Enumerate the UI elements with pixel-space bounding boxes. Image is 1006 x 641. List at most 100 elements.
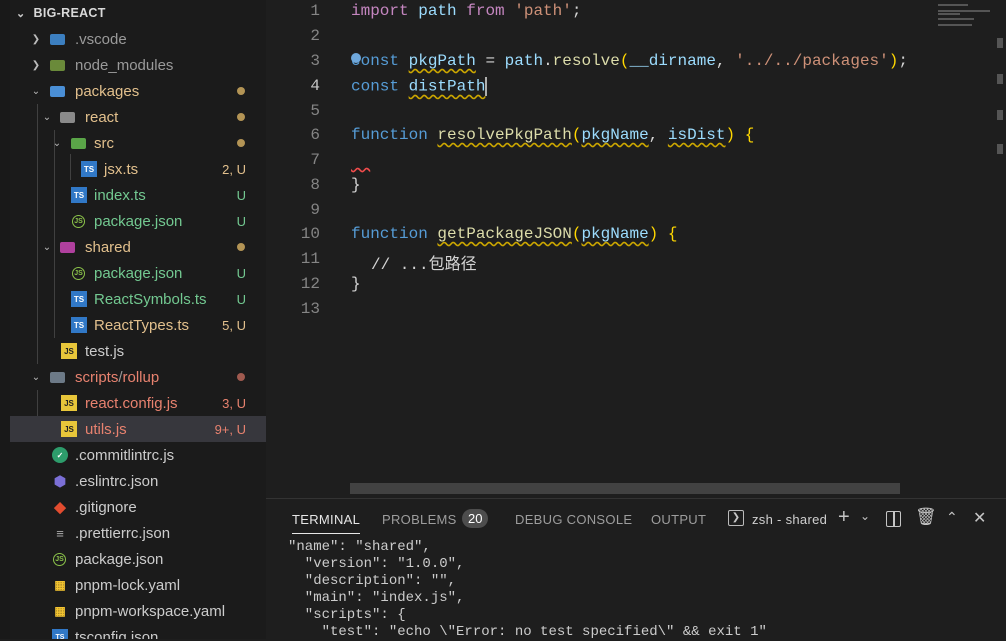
tree-item-react-config[interactable]: JS react.config.js 3, U [10,390,266,416]
line-number: 1 [310,2,320,20]
problems-count-badge: 20 [462,509,489,528]
tree-item-test-js[interactable]: JS test.js [10,338,266,364]
identifier: pkgPath [408,52,476,70]
tree-item-react-symbols[interactable]: TS ReactSymbols.ts U [10,286,266,312]
maximize-panel-icon[interactable]: ⌃ [946,509,958,526]
minimap[interactable] [936,0,1006,498]
tree-item-src[interactable]: ⌄ src [10,130,266,156]
identifier: path [504,52,544,70]
json-file-icon: JS [53,552,66,566]
line-number: 7 [310,151,320,169]
scrollbar-marker [997,110,1003,120]
git-status-badge: U [236,291,246,307]
pnpm-icon: ▦ [54,578,66,592]
punctuation: ; [898,52,908,70]
chevron-right-icon: ❯ [31,33,41,45]
tree-item-gitignore[interactable]: ◆ .gitignore [10,494,266,520]
tree-item-scripts-rollup[interactable]: ⌄ scripts/rollup [10,364,266,390]
identifier: distPath [408,77,486,96]
terminal-shell-selector[interactable]: zsh - shared [752,512,827,527]
tree-item-node-modules[interactable]: ❯ node_modules [10,52,266,78]
tree-item-prettierrc[interactable]: ≡ .prettierrc.json [10,520,266,546]
punctuation: . [543,52,553,70]
parameter: pkgName [581,126,649,144]
string-literal: '../../packages' [735,52,889,70]
tree-item-tsconfig[interactable]: TS tsconfig.json [10,624,266,639]
tree-item-label: .commitlintrc.js [75,446,175,464]
brace: } [351,275,361,293]
git-status-badge: 3, U [222,395,246,411]
folder-open-icon [60,111,75,123]
tree-item-label: shared [85,238,131,256]
tree-item-index-ts[interactable]: TS index.ts U [10,182,266,208]
chevron-down-icon: ⌄ [31,85,41,97]
tree-item-label: .gitignore [75,498,137,516]
terminal-output[interactable]: "name": "shared", "version": "1.0.0", "d… [288,539,767,641]
modified-dot [237,373,245,381]
tree-item-pnpm-workspace[interactable]: ▦ pnpm-workspace.yaml [10,598,266,624]
folder-open-icon [50,371,65,383]
tab-debug-console[interactable]: DEBUG CONSOLE [515,512,632,527]
punctuation: ; [571,2,582,20]
tab-output[interactable]: OUTPUT [651,512,706,527]
git-status-badge: 5, U [222,317,246,333]
tree-item-label: ReactTypes.ts [94,316,190,334]
modified-dot [237,139,245,147]
split-terminal-icon[interactable] [886,511,901,527]
modified-dot [237,87,245,95]
tree-item-label: .eslintrc.json [75,472,159,490]
tree-item-utils-js[interactable]: JS utils.js 9+, U [10,416,266,442]
identifier: path [418,2,457,20]
terminal-shell-icon: ❯ [728,510,744,526]
tab-terminal[interactable]: TERMINAL [292,512,361,534]
explorer-header[interactable]: ⌄ BIG-REACT [10,0,266,26]
minimap-line [938,18,974,20]
lightbulb-icon[interactable] [351,53,361,63]
parameter: isDist [667,126,726,144]
tree-item-shared[interactable]: ⌄ shared [10,234,266,260]
chevron-down-icon[interactable]: ⌄ [860,509,870,523]
chevron-down-icon: ⌄ [16,7,26,20]
tab-problems[interactable]: PROBLEMS [382,512,457,527]
code-line: 7 [266,151,1006,176]
tsconfig-icon: TS [52,629,68,639]
line-number: 13 [300,300,320,318]
trash-icon[interactable]: 🗑 [915,507,937,527]
chevron-down-icon: ⌄ [31,371,41,383]
tree-item-pnpm-lock[interactable]: ▦ pnpm-lock.yaml [10,572,266,598]
keyword: import [351,2,409,20]
tree-item-react[interactable]: ⌄ react [10,104,266,130]
tree-item-vscode[interactable]: ❯ .vscode [10,26,266,52]
scrollbar-marker [997,144,1003,154]
activity-gutter [0,0,10,639]
tree-item-shared-package-json[interactable]: JS package.json U [10,260,266,286]
tree-item-packages[interactable]: ⌄ packages [10,78,266,104]
code-line: 4 const distPath [266,77,1006,102]
paren: ) [648,225,659,243]
minimap-line [938,10,990,12]
add-terminal-icon[interactable]: + [838,506,850,529]
tree-item-label: test.js [85,342,125,360]
function-name: getPackageJSON [437,225,572,243]
tree-item-eslintrc[interactable]: ⬢ .eslintrc.json [10,468,266,494]
typescript-file-icon: TS [71,317,87,333]
tree-item-jsx-ts[interactable]: TS jsx.ts 2, U [10,156,266,182]
close-panel-icon[interactable]: ✕ [973,508,986,528]
tree-item-commitlintrc[interactable]: ✓ .commitlintrc.js [10,442,266,468]
horizontal-scrollbar[interactable] [350,483,900,494]
code-editor[interactable]: 1 import path from 'path'; 2 3 const pkg… [266,0,1006,498]
tree-item-label: index.ts [94,186,146,204]
folder-name-scripts: scripts [75,368,119,386]
tree-item-label: .prettierrc.json [75,524,171,542]
tree-item-package-json[interactable]: JS package.json U [10,208,266,234]
tree-item-react-types[interactable]: TS ReactTypes.ts 5, U [10,312,266,338]
paren: ( [571,126,582,144]
git-status-badge: U [236,187,246,203]
line-number: 3 [310,52,320,70]
text-cursor [485,77,488,96]
tree-item-label: react.config.js [85,394,178,412]
tree-item-root-package-json[interactable]: JS package.json [10,546,266,572]
tree-item-label: jsx.ts [104,160,139,178]
keyword: function [351,225,428,243]
eslint-icon: ⬢ [53,472,67,489]
